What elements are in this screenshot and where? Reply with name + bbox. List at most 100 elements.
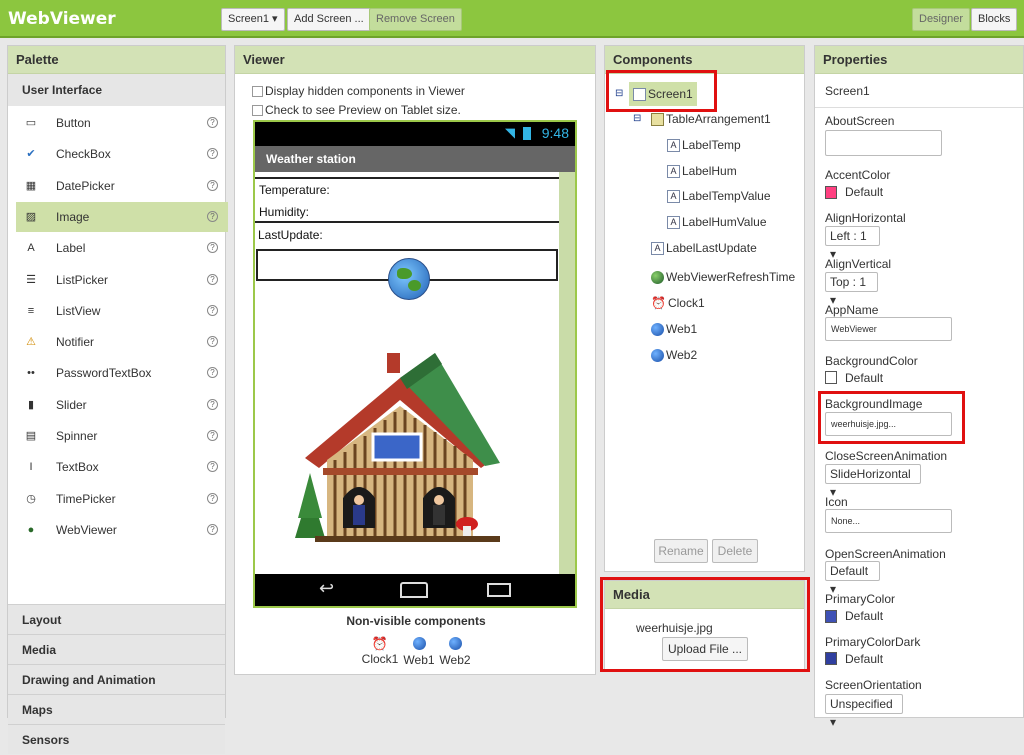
notifier-icon: ⚠ <box>26 336 36 349</box>
screen-canvas[interactable]: Temperature: Humidity: LastUpdate: <box>255 172 559 584</box>
blocks-button[interactable]: Blocks <box>971 8 1018 31</box>
palette-item-button[interactable]: ▭ Button? <box>16 108 228 138</box>
checkbox-icon: ✔ <box>26 148 36 161</box>
app-name-input[interactable]: WebViewer <box>825 317 952 341</box>
help-icon[interactable]: ? <box>207 461 218 473</box>
help-icon[interactable]: ? <box>207 336 218 348</box>
palette-section-sensors[interactable]: Sensors <box>8 724 225 754</box>
top-bar: WebViewer Screen1 ▾ Add Screen ... Remov… <box>0 0 1024 38</box>
label-icon: A <box>27 242 35 255</box>
help-icon[interactable]: ? <box>207 304 218 316</box>
help-icon[interactable]: ? <box>207 523 218 535</box>
rename-button[interactable]: Rename <box>654 539 708 563</box>
tree-node-tablearrangement1[interactable]: TableArrangement1 <box>651 109 771 129</box>
tree-node-labellastupdate[interactable]: A LabelLastUpdate <box>651 238 757 258</box>
primary-color-dark-swatch[interactable] <box>825 652 837 665</box>
palette-item-slider[interactable]: ▮ Slider? <box>16 390 228 420</box>
screen-select[interactable]: Screen1 ▾ <box>221 8 285 31</box>
palette-item-image[interactable]: ▨ Image? <box>16 201 228 232</box>
add-screen-button[interactable]: Add Screen ... <box>287 8 371 31</box>
phone-scrollbar[interactable] <box>559 172 575 584</box>
tree-node-web2[interactable]: Web2 <box>651 345 697 365</box>
primary-color-value[interactable]: Default <box>845 609 883 623</box>
help-icon[interactable]: ? <box>207 273 218 285</box>
background-color-swatch[interactable] <box>825 371 837 384</box>
screen-orientation-select[interactable]: Unspecified ▾ <box>825 694 903 729</box>
table-arrangement[interactable]: Temperature: Humidity: <box>255 177 559 223</box>
help-icon[interactable]: ? <box>207 210 218 222</box>
tree-node-labelhum[interactable]: A LabelHum <box>667 161 737 181</box>
label-last-update[interactable]: LastUpdate: <box>258 228 323 242</box>
palette-section-media[interactable]: Media <box>8 634 225 664</box>
phone-nav-bar: ↩ <box>255 574 575 606</box>
display-hidden-checkbox[interactable] <box>252 86 263 98</box>
label-icon: A <box>667 165 680 179</box>
tablet-preview-option[interactable]: Check to see Preview on Tablet size. <box>252 103 461 117</box>
primary-color-label: PrimaryColor <box>825 592 896 606</box>
primary-color-swatch[interactable] <box>825 610 837 623</box>
help-icon[interactable]: ? <box>207 117 218 128</box>
tree-node-webviewerrefreshtime[interactable]: WebViewerRefreshTime <box>651 267 795 287</box>
icon-input[interactable]: None... <box>825 509 952 533</box>
palette-item-spinner[interactable]: ▤ Spinner? <box>16 421 228 451</box>
palette-section-user-interface[interactable]: User Interface <box>8 74 225 106</box>
align-vertical-label: AlignVertical <box>825 257 892 271</box>
nonvisible-clock1[interactable]: ⏰ Clock1 <box>360 636 400 666</box>
open-screen-animation-select[interactable]: Default ▾ <box>825 561 880 596</box>
close-screen-animation-select[interactable]: SlideHorizontal ▾ <box>825 464 921 499</box>
help-icon[interactable]: ? <box>207 430 218 441</box>
tree-node-web1[interactable]: Web1 <box>651 319 697 339</box>
weather-house-image <box>295 353 500 542</box>
help-icon[interactable]: ? <box>207 242 218 254</box>
nonvisible-web1[interactable]: Web1 <box>401 636 437 667</box>
nonvisible-web2[interactable]: Web2 <box>437 636 473 667</box>
tablet-preview-checkbox[interactable] <box>252 105 263 117</box>
palette-item-checkbox[interactable]: ✔ CheckBox? <box>16 139 228 169</box>
remove-screen-button[interactable]: Remove Screen <box>369 8 462 31</box>
palette-section-layout[interactable]: Layout <box>8 604 225 634</box>
align-vertical-select[interactable]: Top : 1 ▾ <box>825 272 878 307</box>
help-icon[interactable]: ? <box>207 179 218 191</box>
palette-item-listview[interactable]: ≡ ListView? <box>16 296 228 326</box>
spinner-icon: ▤ <box>25 430 37 442</box>
help-icon[interactable]: ? <box>207 367 218 379</box>
align-horizontal-select[interactable]: Left : 1 ▾ <box>825 226 880 261</box>
about-screen-textarea[interactable] <box>825 130 942 156</box>
tree-node-label: WebViewerRefreshTime <box>666 270 796 284</box>
palette-item-timepicker[interactable]: ◷ TimePicker? <box>16 484 228 514</box>
accent-color-value[interactable]: Default <box>845 185 883 199</box>
tree-node-labelhumvalue[interactable]: A LabelHumValue <box>667 212 767 232</box>
palette-item-notifier[interactable]: ⚠ Notifier? <box>16 327 228 357</box>
passwordtextbox-icon: •• <box>27 367 35 380</box>
designer-button[interactable]: Designer <box>912 8 971 31</box>
accent-color-swatch[interactable] <box>825 186 837 199</box>
display-hidden-option[interactable]: Display hidden components in Viewer <box>252 84 465 98</box>
tree-node-labeltempvalue[interactable]: A LabelTempValue <box>667 186 771 206</box>
background-color-value[interactable]: Default <box>845 371 883 385</box>
tree-node-label: LabelTemp <box>682 138 741 152</box>
palette-item-textbox[interactable]: I TextBox? <box>16 452 228 482</box>
palette-section-drawing[interactable]: Drawing and Animation <box>8 664 225 694</box>
palette-section-maps[interactable]: Maps <box>8 694 225 724</box>
label-icon: A <box>667 190 680 204</box>
palette-item-label[interactable]: A Label? <box>16 233 228 263</box>
collapse-toggle-icon[interactable]: ⊟ <box>633 109 641 129</box>
label-hum[interactable]: Humidity: <box>259 205 309 219</box>
palette-item-webviewer[interactable]: ● WebViewer? <box>16 515 228 545</box>
help-icon[interactable]: ? <box>207 148 218 160</box>
delete-button[interactable]: Delete <box>712 539 758 563</box>
palette-item-listpicker[interactable]: ☰ ListPicker? <box>16 265 228 295</box>
primary-color-dark-value[interactable]: Default <box>845 652 883 666</box>
status-time: 9:48 <box>541 125 569 141</box>
palette-item-datepicker[interactable]: ▦ DatePicker? <box>16 171 228 201</box>
datepicker-icon: ▦ <box>25 179 37 192</box>
listview-icon: ≡ <box>27 304 35 317</box>
help-icon[interactable]: ? <box>207 492 218 504</box>
label-temp[interactable]: Temperature: <box>259 183 330 197</box>
palette-item-passwordtextbox[interactable]: •• PasswordTextBox? <box>16 358 228 388</box>
accent-color-label: AccentColor <box>825 168 891 182</box>
tree-node-labeltemp[interactable]: A LabelTemp <box>667 135 741 155</box>
palette-item-label: Slider <box>56 397 87 412</box>
help-icon[interactable]: ? <box>207 398 218 410</box>
tree-node-clock1[interactable]: ⏰ Clock1 <box>651 293 705 313</box>
